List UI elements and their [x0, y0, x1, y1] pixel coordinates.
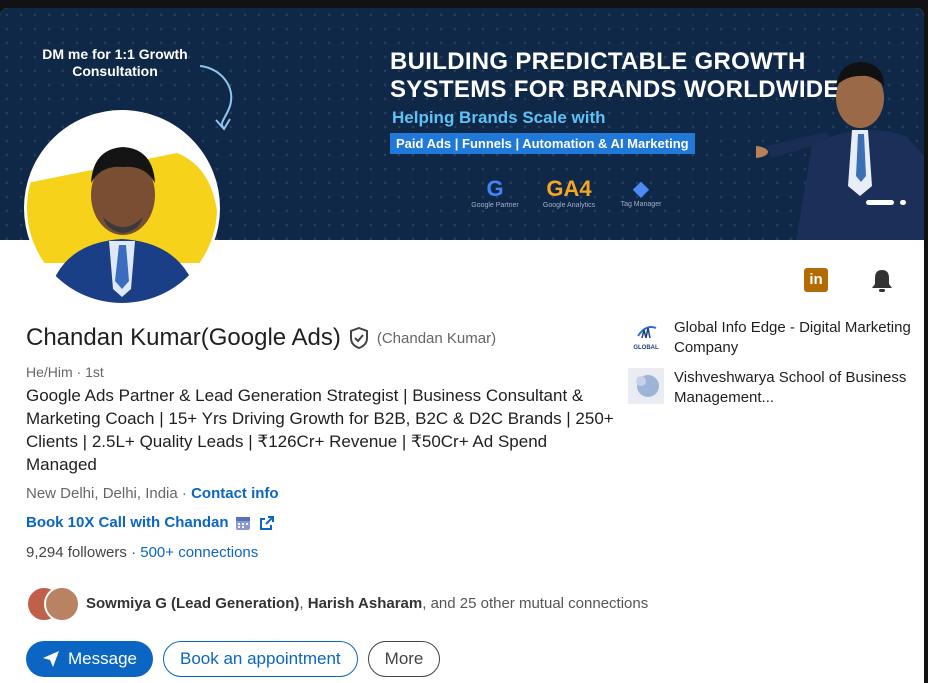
- calendar-icon: [235, 516, 250, 530]
- message-button[interactable]: Message: [26, 641, 153, 677]
- banner-person-illustration: [756, 62, 924, 240]
- experience-education-list: GLOBAL Global Info Edge - Digital Market…: [628, 318, 918, 418]
- ga4-badge: GA4 Google Analytics: [534, 176, 604, 209]
- banner-services-pill: Paid Ads | Funnels | Automation & AI Mar…: [390, 133, 695, 154]
- mutual-name-1: Sowmiya G (Lead Generation): [86, 594, 300, 612]
- company-name: Global Info Edge - Digital Marketing Com…: [674, 319, 911, 356]
- mutual-connections[interactable]: Sowmiya G (Lead Generation), Harish Asha…: [26, 586, 649, 622]
- company-item[interactable]: GLOBAL Global Info Edge - Digital Market…: [628, 318, 918, 358]
- partner-caption: Tag Manager: [620, 201, 662, 208]
- mutual-rest: , and 25 other mutual connections: [422, 594, 649, 612]
- book-appointment-label: Book an appointment: [179, 649, 341, 668]
- profile-card: DM me for 1:1 Growth Consultation BUILDI…: [0, 8, 924, 683]
- curved-arrow-icon: [199, 65, 233, 131]
- book-call-link[interactable]: Book 10X Call with Chandan: [26, 514, 275, 531]
- message-button-label: Message: [68, 649, 137, 668]
- mutual-avatars: [26, 586, 80, 622]
- contact-info-link[interactable]: Contact info: [191, 485, 279, 502]
- avatar-portrait: [27, 113, 217, 303]
- company-logo-text: GLOBAL: [633, 345, 659, 351]
- google-logo-icon: G: [486, 176, 504, 201]
- profile-name-row: Chandan Kumar(Google Ads) (Chandan Kumar…: [26, 324, 496, 352]
- profile-name: Chandan Kumar(Google Ads): [26, 324, 341, 351]
- banner-dm-text: DM me for 1:1 Growth Consultation: [42, 46, 188, 79]
- verified-shield-icon[interactable]: [349, 327, 369, 349]
- mutual-separator: ,: [299, 594, 308, 612]
- book-appointment-button[interactable]: Book an appointment: [162, 641, 358, 677]
- profile-location-row: New Delhi, Delhi, India · Contact info: [26, 485, 279, 502]
- profile-avatar[interactable]: [24, 110, 220, 306]
- banner-slider-dot[interactable]: [900, 200, 906, 205]
- google-partner-badge: G Google Partner: [460, 176, 530, 209]
- partner-caption: Google Partner: [471, 202, 519, 209]
- bell-icon[interactable]: [870, 268, 894, 294]
- more-button[interactable]: More: [367, 641, 441, 677]
- partner-caption: Google Analytics: [542, 202, 596, 209]
- ga4-logo-icon: GA4: [546, 176, 592, 201]
- name-pronunciation[interactable]: (Chandan Kumar): [377, 330, 496, 347]
- school-item[interactable]: Vishveshwarya School of Business Managem…: [628, 368, 918, 408]
- banner-slider-indicator[interactable]: [866, 200, 894, 205]
- profile-headline: Google Ads Partner & Lead Generation Str…: [26, 386, 614, 474]
- mutual-name-2: Harish Asharam: [307, 594, 423, 612]
- connections-link[interactable]: 500+ connections: [140, 544, 258, 561]
- pronouns-degree: He/Him · 1st: [26, 364, 104, 380]
- more-button-label: More: [384, 649, 424, 668]
- profile-location: New Delhi, Delhi, India ·: [26, 485, 192, 502]
- external-link-icon: [259, 515, 274, 530]
- linkedin-icon[interactable]: in: [804, 268, 828, 292]
- follower-stats: 9,294 followers · 500+ connections: [26, 544, 259, 561]
- school-logo-icon: [628, 368, 664, 404]
- mutual-avatar: [44, 586, 80, 622]
- tag-manager-badge: ◆ Tag Manager: [606, 176, 676, 208]
- profile-actions: Message Book an appointment More: [26, 641, 441, 677]
- tag-manager-logo-icon: ◆: [633, 178, 649, 200]
- book-call-label: Book 10X Call with Chandan: [26, 514, 229, 531]
- global-info-edge-logo-icon: GLOBAL: [628, 318, 664, 354]
- send-icon: [43, 651, 59, 667]
- followers-count: 9,294 followers: [26, 544, 127, 561]
- school-name: Vishveshwarya School of Business Managem…: [674, 369, 907, 406]
- banner-subheadline: Helping Brands Scale with: [392, 108, 606, 127]
